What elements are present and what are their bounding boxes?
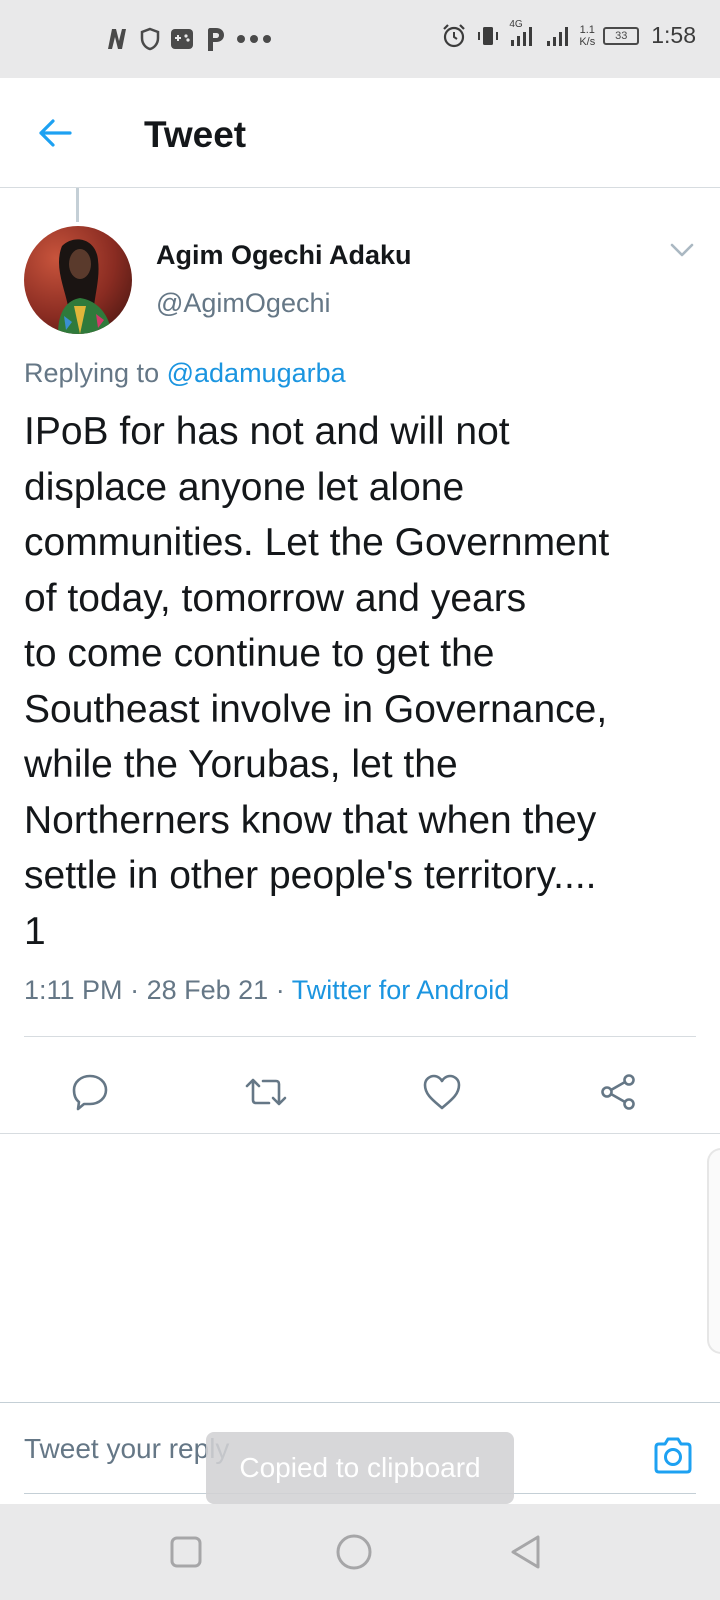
status-bar-left — [104, 26, 272, 52]
reply-icon — [72, 1074, 108, 1111]
gamepad-icon — [171, 29, 193, 49]
page-title: Tweet — [144, 114, 247, 155]
tweet-text-line: Southeast involve in Governance, — [24, 687, 608, 731]
camera-button[interactable] — [650, 1433, 696, 1479]
back-nav-button[interactable] — [506, 1532, 546, 1572]
recent-apps-button[interactable] — [166, 1532, 206, 1572]
network-speed-unit: K/s — [579, 35, 596, 48]
tweet-source-link[interactable]: Twitter for Android — [292, 975, 510, 1005]
tweet-text-line: to come continue to get the — [24, 632, 495, 675]
author-handle[interactable]: @AgimOgechi — [156, 288, 330, 319]
tweet-actions — [0, 1050, 720, 1130]
chevron-down-icon — [670, 243, 694, 257]
divider — [24, 1036, 696, 1037]
system-nav-bar — [0, 1504, 720, 1600]
tweet-text-line: IPoB for has not and will not — [24, 410, 510, 453]
tweet-meta: 1:11 PM · 28 Feb 21 · Twitter for Androi… — [24, 975, 509, 1006]
tweet-time: 1:11 PM — [24, 975, 123, 1005]
shield-icon — [140, 27, 160, 51]
back-button[interactable] — [30, 108, 80, 158]
tweet-text-line: 1 — [24, 909, 46, 953]
status-bar: 4G 1.1 K/s 33 1:58 — [0, 0, 720, 78]
like-button[interactable] — [414, 1064, 470, 1120]
network-signal: 4G — [509, 19, 537, 49]
more-dots-icon — [237, 35, 271, 43]
alarm-icon — [443, 23, 466, 47]
network-speed-value: 1.1 — [579, 23, 595, 36]
avatar[interactable] — [24, 226, 132, 334]
tweet-text: IPoB for has not and will not displace a… — [24, 404, 704, 959]
replying-prefix: Replying to — [24, 358, 160, 388]
battery-level: 33 — [615, 29, 628, 42]
triangle-back-icon — [511, 1535, 540, 1569]
status-time: 1:58 — [651, 22, 696, 48]
signal-bars-2-icon — [547, 26, 569, 46]
tweet-text-line: settle in other people's territory.... — [24, 854, 597, 897]
network-speed: 1.1 K/s — [579, 24, 595, 48]
meta-separator: · — [130, 975, 140, 1005]
netflix-n-icon — [108, 29, 126, 49]
square-icon — [170, 1536, 202, 1568]
toast-notification: Copied to clipboard — [206, 1432, 514, 1504]
tweet-date: 28 Feb 21 — [146, 975, 269, 1005]
replying-to: Replying to @adamugarba — [24, 358, 346, 389]
tweet-text-line: communities. Let the Government — [24, 521, 610, 564]
home-button[interactable] — [334, 1532, 374, 1572]
tweet-text-line: while the Yorubas, let the — [24, 743, 458, 786]
avatar-image — [24, 226, 132, 334]
battery-indicator: 33 — [603, 26, 640, 45]
edge-panel-handle[interactable] — [707, 1148, 720, 1354]
tweet-text-line: Northerners know that when they — [24, 798, 597, 842]
tweet-options-button[interactable] — [670, 242, 694, 263]
camera-icon — [654, 1437, 692, 1474]
reply-button[interactable] — [62, 1064, 118, 1120]
thread-connector-line — [76, 188, 79, 222]
tweet-text-line: displace anyone let alone — [24, 465, 465, 509]
replying-mention-link[interactable]: @adamugarba — [167, 358, 346, 388]
share-icon — [601, 1074, 635, 1110]
app-header: Tweet — [0, 78, 720, 188]
circle-icon — [336, 1534, 372, 1570]
divider — [0, 1133, 720, 1134]
status-bar-right: 4G 1.1 K/s 33 1:58 — [441, 19, 696, 49]
meta-separator: · — [275, 975, 285, 1005]
share-button[interactable] — [590, 1064, 646, 1120]
p-app-icon — [208, 28, 224, 51]
tweet-text-line: of today, tomorrow and years — [24, 576, 527, 620]
arrow-left-icon — [39, 119, 72, 147]
retweet-button[interactable] — [238, 1064, 294, 1120]
vibrate-icon — [478, 26, 499, 45]
author-display-name[interactable]: Agim Ogechi Adaku — [156, 240, 412, 271]
retweet-icon — [245, 1078, 287, 1106]
signal-bars-icon — [511, 26, 533, 46]
like-icon — [423, 1074, 461, 1110]
